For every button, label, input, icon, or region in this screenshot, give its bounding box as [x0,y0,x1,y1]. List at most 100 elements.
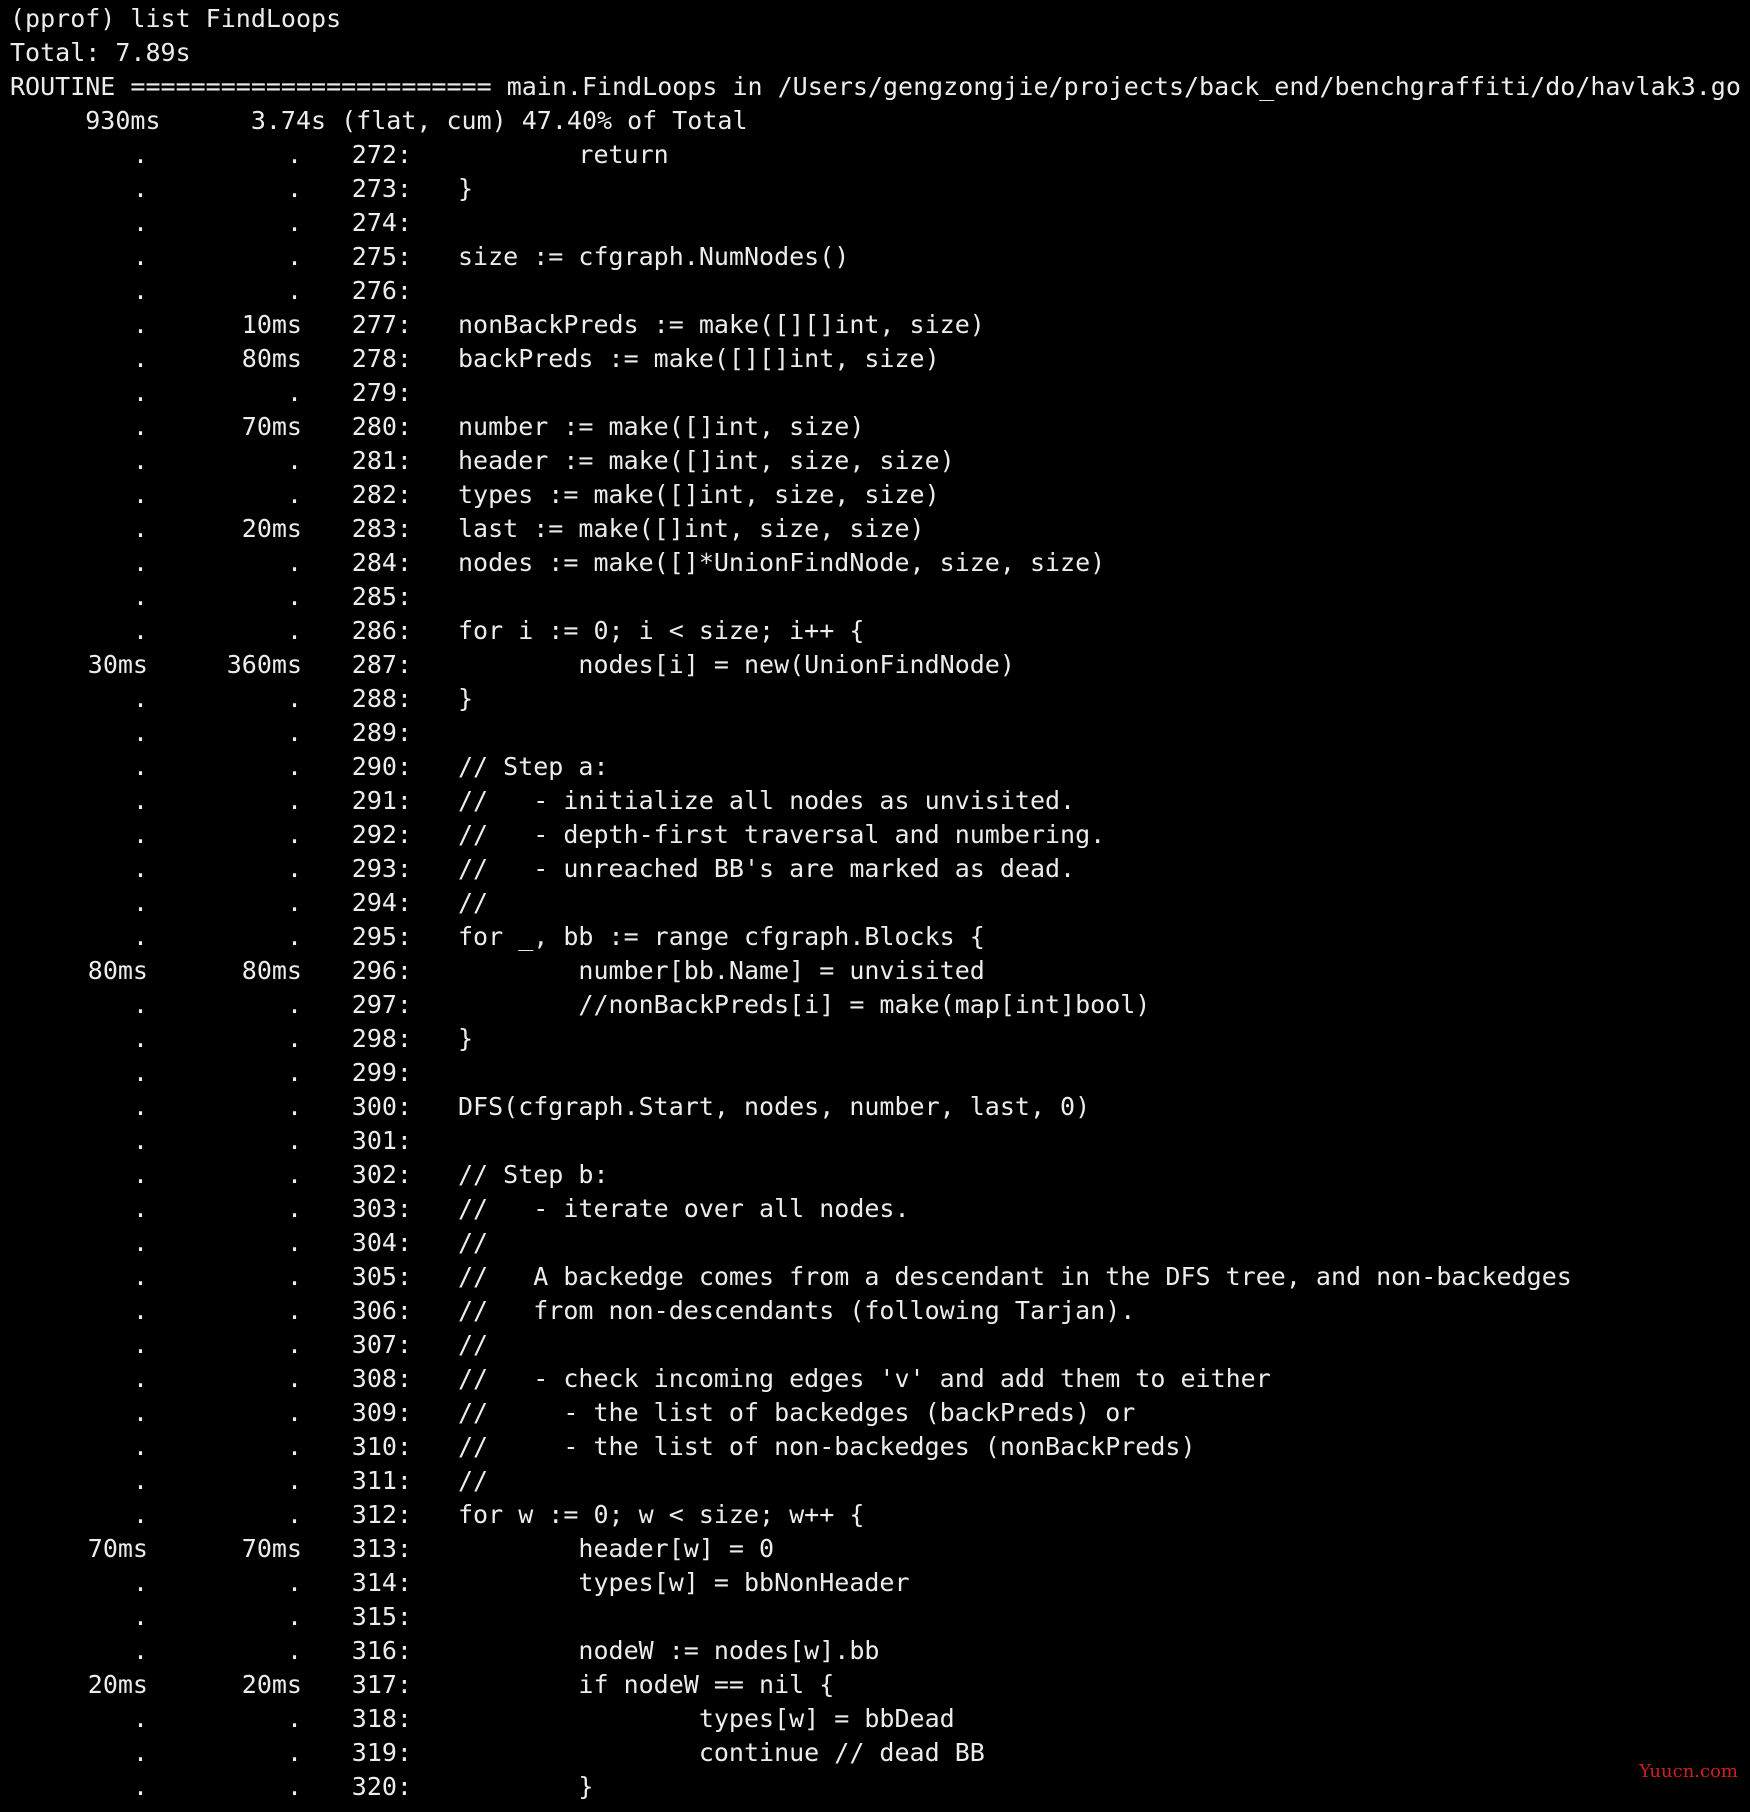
source-code: //nonBackPreds[i] = make(map[int]bool) [458,990,1151,1019]
line-number: 305: [351,1262,412,1291]
source-code: } [458,684,474,713]
source-code: continue // dead BB [458,1738,985,1767]
listing-row: .. 314: types[w] = bbNonHeader [0,1566,1750,1600]
listing-row: .. 273:} [0,172,1750,206]
listing-row: 70ms 70ms 313: header[w] = 0 [0,1532,1750,1566]
listing-row: . 70ms 280: number := make([]int, size) [0,410,1750,444]
line-number: 308: [351,1364,412,1393]
line-number: 313: [351,1534,412,1563]
listing-row: 80ms 80ms 296: number[bb.Name] = unvisited [0,954,1750,988]
source-code: // [458,1466,489,1495]
listing-row: .. 308:// - check incoming edges 'v' and … [0,1362,1750,1396]
listing-row: .. 319: continue // dead BB [0,1736,1750,1770]
line-number: 299: [351,1058,412,1087]
line-number: 283: [351,514,412,543]
source-code: types := make([]int, size, size) [458,480,940,509]
line-number: 275: [351,242,412,271]
listing-row: .. 307:// [0,1328,1750,1362]
listing-row: 20ms 20ms 317: if nodeW == nil { [0,1668,1750,1702]
listing-row: .. 289: [0,716,1750,750]
listing-row: . 20ms 283: last := make([]int, size, size) [0,512,1750,546]
listing-row: .. 315: [0,1600,1750,1634]
listing-row: .. 300: DFS(cfgraph.Start, nodes, number, … [0,1090,1750,1124]
line-number: 281: [351,446,412,475]
line-number: 297: [351,990,412,1019]
listing-row: .. 299: [0,1056,1750,1090]
source-code: // Step a: [458,752,609,781]
source-code: size := cfgraph.NumNodes() [458,242,850,271]
listing-row: .. 306:// from non-descendants (following… [0,1294,1750,1328]
line-number: 319: [351,1738,412,1767]
listing-row: .. 286: for i := 0; i < size; i++ { [0,614,1750,648]
line-number: 296: [351,956,412,985]
listing-row: .. 282: types := make([]int, size, size) [0,478,1750,512]
line-number: 273: [351,174,412,203]
listing-row: .. 305:// A backedge comes from a descend… [0,1260,1750,1294]
source-code: nonBackPreds := make([][]int, size) [458,310,985,339]
line-number: 272: [351,140,412,169]
source-code: if nodeW == nil { [458,1670,835,1699]
source-code: header[w] = 0 [458,1534,775,1563]
source-code: number := make([]int, size) [458,412,865,441]
listing-row: .. 281: header := make([]int, size, size) [0,444,1750,478]
source-code: nodes := make([]*UnionFindNode, size, si… [458,548,1106,577]
source-code: types[w] = bbDead [458,1704,955,1733]
watermark-text: Yuucn.com [1639,1761,1738,1782]
source-code: } [458,1772,594,1801]
line-number: 280: [351,412,412,441]
listing-row: .. 279: [0,376,1750,410]
summary-line: 930ms 3.74s (flat, cum) 47.40% of Total [10,106,748,135]
listing-row: . 80ms 278: backPreds := make([][]int, size… [0,342,1750,376]
source-code: // - the list of backedges (backPreds) o… [458,1398,1136,1427]
source-code: } [458,1024,474,1053]
line-number: 289: [351,718,412,747]
listing-row: .. 292:// - depth-first traversal and num… [0,818,1750,852]
terminal-window[interactable]: (pprof) list FindLoops Total: 7.89s ROUT… [0,0,1750,1812]
source-code: nodes[i] = new(UnionFindNode) [458,650,1015,679]
line-number: 300: [351,1092,412,1121]
listing-row: .. 311:// [0,1464,1750,1498]
listing-row: .. 275: size := cfgraph.NumNodes() [0,240,1750,274]
listing-row: .. 302:// Step b: [0,1158,1750,1192]
source-code: // [458,1228,489,1257]
listing-row: .. 304:// [0,1226,1750,1260]
listing-row: .. 316: nodeW := nodes[w].bb [0,1634,1750,1668]
source-code: // Step b: [458,1160,609,1189]
line-number: 284: [351,548,412,577]
source-code: nodeW := nodes[w].bb [458,1636,880,1665]
line-number: 298: [351,1024,412,1053]
line-number: 279: [351,378,412,407]
listing-row: .. 310:// - the list of non-backedges (no… [0,1430,1750,1464]
line-number: 318: [351,1704,412,1733]
source-code: number[bb.Name] = unvisited [458,956,985,985]
line-number: 314: [351,1568,412,1597]
listing-row: .. 290:// Step a: [0,750,1750,784]
listing-row: . 10ms 277: nonBackPreds := make([][]int, s… [0,308,1750,342]
source-code: // - iterate over all nodes. [458,1194,910,1223]
source-code: // [458,1330,489,1359]
source-code: // - depth-first traversal and numbering… [458,820,1106,849]
listing-row: .. 274: [0,206,1750,240]
listing-row: .. 285: [0,580,1750,614]
listing-row: .. 295: for _, bb := range cfgraph.Blocks … [0,920,1750,954]
listing-row: .. 291:// - initialize all nodes as unvis… [0,784,1750,818]
listing-row: .. 297: //nonBackPreds[i] = make(map[int]… [0,988,1750,1022]
source-code: header := make([]int, size, size) [458,446,955,475]
source-code: DFS(cfgraph.Start, nodes, number, last, … [458,1092,1091,1121]
source-code: } [458,174,474,203]
source-code: types[w] = bbNonHeader [458,1568,910,1597]
line-number: 292: [351,820,412,849]
line-number: 288: [351,684,412,713]
line-number: 311: [351,1466,412,1495]
line-number: 306: [351,1296,412,1325]
listing-row: .. 318: types[w] = bbDead [0,1702,1750,1736]
line-number: 310: [351,1432,412,1461]
line-number: 291: [351,786,412,815]
listing-row: .. 288:} [0,682,1750,716]
source-code: // A backedge comes from a descendant in… [458,1262,1572,1291]
line-number: 294: [351,888,412,917]
line-number: 320: [351,1772,412,1801]
line-number: 282: [351,480,412,509]
line-number: 285: [351,582,412,611]
command-line: (pprof) list FindLoops [10,4,342,33]
